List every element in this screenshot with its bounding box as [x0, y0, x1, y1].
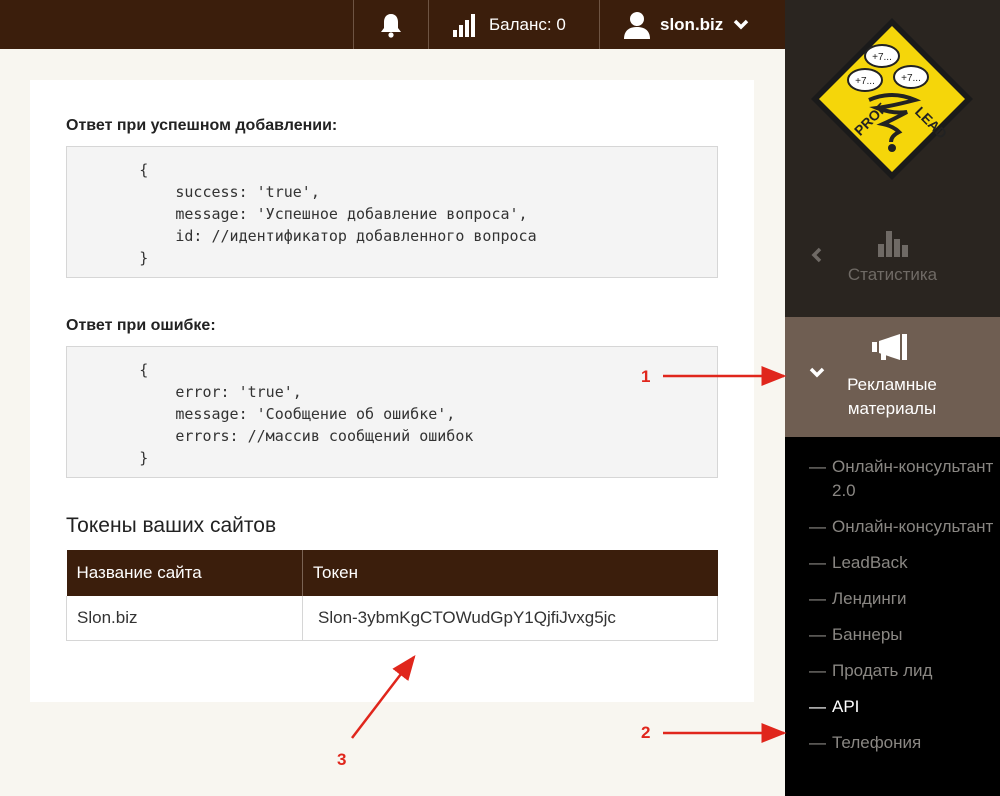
sidebar-item-ad-materials[interactable]: Рекламные материалы	[785, 317, 1000, 437]
submenu-dash: —	[809, 553, 826, 572]
submenu-item-telephony[interactable]: — Телефония	[785, 731, 1000, 755]
submenu-dash: —	[809, 625, 826, 644]
table-header-row: Название сайта Токен	[66, 550, 718, 596]
submenu-item-label: Телефония	[832, 733, 922, 752]
submenu-item-label: API	[832, 697, 860, 716]
balance-button[interactable]: Баланс: 0	[428, 0, 599, 49]
bar-chart-icon	[878, 231, 908, 257]
balance-label: Баланс: 0	[489, 14, 566, 34]
sidebar-item-ad-materials-label: Рекламные материалы	[847, 375, 937, 418]
signal-bars-icon	[453, 13, 475, 37]
column-header-token: Токен	[302, 550, 718, 596]
notifications-button[interactable]	[353, 0, 428, 49]
token-cell[interactable]: Slon-3ybmKgCTOWudGpY1QjfiJvxg5jc	[302, 596, 718, 641]
profi-lead-logo[interactable]: +7... +7... +7... PROF LEAD	[807, 14, 977, 184]
submenu-dash: —	[809, 661, 826, 680]
submenu-item-banners[interactable]: — Баннеры	[785, 623, 1000, 647]
submenu-item-label: Онлайн-консультант 2.0	[832, 457, 994, 500]
top-bar: Баланс: 0 slon.biz	[0, 0, 785, 49]
column-header-site-name: Название сайта	[66, 550, 303, 596]
submenu-dash: —	[809, 697, 826, 716]
annotation-number-1: 1	[641, 367, 651, 386]
submenu-item-leadback[interactable]: — LeadBack	[785, 551, 1000, 575]
annotation-number-2: 2	[641, 723, 651, 742]
site-name-cell: Slon.biz	[66, 596, 303, 641]
submenu-item-landings[interactable]: — Лендинги	[785, 587, 1000, 611]
error-response-code: { error: 'true', message: 'Сообщение об …	[66, 346, 718, 478]
submenu-dash: —	[809, 733, 826, 752]
submenu-item-label: Продать лид	[832, 661, 933, 680]
submenu-dash: —	[809, 589, 826, 608]
sidebar-header: +7... +7... +7... PROF LEAD Статистика	[785, 0, 1000, 317]
megaphone-icon	[872, 334, 907, 360]
sidebar: +7... +7... +7... PROF LEAD Статистика Р…	[785, 0, 1000, 796]
chevron-down-icon	[734, 19, 749, 29]
logo-bubble-text-2: +7...	[855, 76, 875, 87]
table-row: Slon.biz Slon-3ybmKgCTOWudGpY1QjfiJvxg5j…	[66, 596, 718, 641]
annotation-number-3: 3	[337, 750, 347, 769]
submenu-item-label: LeadBack	[832, 553, 908, 572]
user-menu-button[interactable]: slon.biz	[599, 0, 785, 49]
submenu-dash: —	[809, 517, 826, 536]
submenu-item-sell-lead[interactable]: — Продать лид	[785, 659, 1000, 683]
submenu-item-label: Баннеры	[832, 625, 903, 644]
error-response-heading: Ответ при ошибке:	[66, 317, 216, 334]
submenu-item-online-consultant-2[interactable]: — Онлайн-консультант 2.0	[785, 455, 1000, 503]
logo-bubble-text-3: +7...	[901, 73, 921, 84]
success-response-code: { success: 'true', message: 'Успешное до…	[66, 146, 718, 278]
sidebar-item-statistics-label: Статистика	[847, 265, 938, 284]
tokens-table: Название сайта Токен Slon.biz Slon-3ybmK…	[66, 550, 718, 641]
submenu-item-label: Лендинги	[832, 589, 907, 608]
sidebar-item-statistics[interactable]: Статистика	[785, 225, 1000, 305]
submenu-dash: —	[809, 457, 826, 476]
tokens-heading: Токены ваших сайтов	[66, 514, 277, 537]
submenu-item-label: Онлайн-консультант	[832, 517, 994, 536]
logo-bubble-text-1: +7...	[872, 52, 892, 63]
username: slon.biz	[660, 14, 724, 34]
user-icon	[624, 11, 650, 39]
bell-icon	[381, 13, 401, 38]
submenu-item-online-consultant[interactable]: — Онлайн-консультант	[785, 515, 1000, 539]
success-response-heading: Ответ при успешном добавлении:	[66, 117, 338, 134]
submenu-item-api[interactable]: — API	[785, 695, 1000, 719]
chevron-left-icon	[811, 247, 822, 263]
ad-materials-submenu: — Онлайн-консультант 2.0 — Онлайн-консул…	[785, 455, 1000, 767]
